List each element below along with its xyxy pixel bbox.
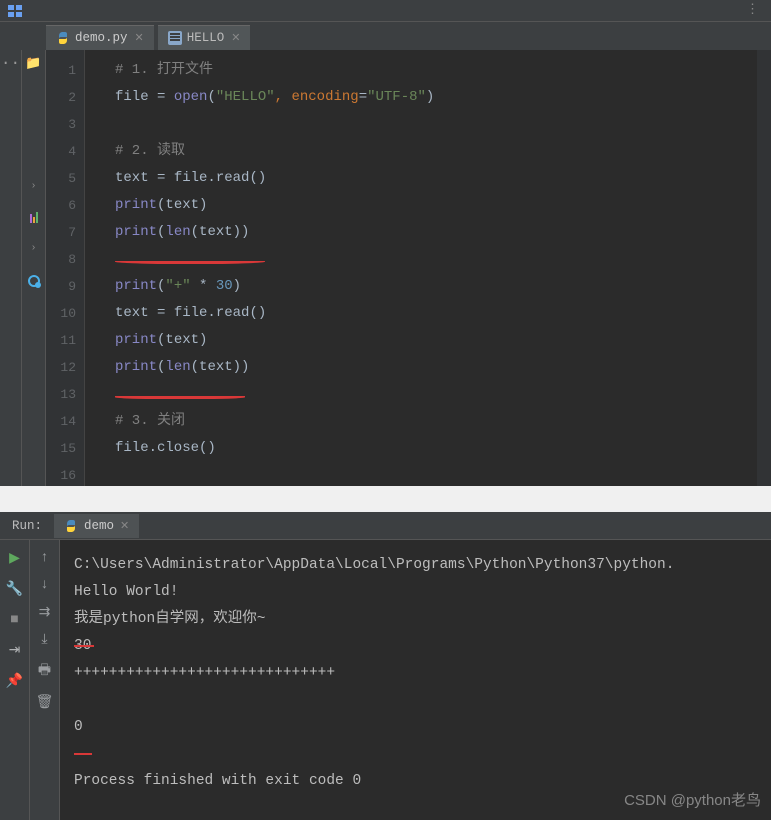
pin-icon[interactable]: 📌 bbox=[6, 673, 23, 690]
bookmark-icon[interactable]: › bbox=[30, 243, 36, 254]
run-tab-demo[interactable]: demo ✕ bbox=[54, 514, 139, 538]
console-line bbox=[74, 687, 757, 714]
watermark: CSDN @python老鸟 bbox=[624, 787, 761, 814]
rerun-icon[interactable]: ▶ bbox=[9, 550, 20, 567]
editor-tabs: demo.py ✕ HELLO ✕ bbox=[0, 22, 771, 50]
console-line: 0 bbox=[74, 714, 757, 741]
folder-icon[interactable]: 📁 bbox=[25, 56, 41, 71]
breadcrumb-dots[interactable]: .. bbox=[1, 56, 20, 64]
annotation-underline bbox=[74, 753, 92, 755]
annotation-underline bbox=[74, 645, 94, 647]
close-icon[interactable]: ✕ bbox=[231, 31, 240, 45]
soft-wrap-icon[interactable]: ⇉ bbox=[39, 604, 51, 621]
close-icon[interactable]: ✕ bbox=[135, 31, 144, 45]
up-icon[interactable]: ↑ bbox=[40, 550, 48, 566]
project-rail: 📁 › › bbox=[22, 50, 46, 486]
wrench-icon[interactable]: 🔧 bbox=[6, 581, 23, 598]
run-label: Run: bbox=[0, 519, 54, 533]
run-panel-body: ▶ 🔧 ■ ⇥ 📌 ↑ ↓ ⇉ ⤓ 🖶 🗑 C:\Users\Administr… bbox=[0, 540, 771, 820]
console-line: ++++++++++++++++++++++++++++++ bbox=[74, 660, 757, 687]
annotation-underline bbox=[115, 258, 265, 264]
left-rail: .. bbox=[0, 50, 22, 486]
expand-icon[interactable]: › bbox=[30, 181, 36, 192]
tab-demo-py[interactable]: demo.py ✕ bbox=[46, 25, 154, 50]
down-icon[interactable]: ↓ bbox=[40, 577, 48, 593]
run-tab-label: demo bbox=[84, 519, 114, 533]
scroll-end-icon[interactable]: ⤓ bbox=[41, 632, 47, 648]
annotation-underline bbox=[115, 393, 245, 399]
stop-icon[interactable]: ■ bbox=[10, 612, 18, 628]
tab-label: HELLO bbox=[187, 31, 225, 45]
console-line: 30 bbox=[74, 633, 757, 660]
console-line bbox=[74, 741, 757, 768]
window-icon bbox=[8, 5, 22, 17]
top-toolbar: ⋮ bbox=[0, 0, 771, 22]
run-toolbar-left: ▶ 🔧 ■ ⇥ 📌 bbox=[0, 540, 30, 820]
console-line: Hello World! bbox=[74, 579, 757, 606]
python-icon bbox=[64, 519, 78, 533]
tab-label: demo.py bbox=[75, 31, 128, 45]
panel-divider[interactable] bbox=[0, 486, 771, 512]
layout-icon[interactable]: ⇥ bbox=[9, 642, 21, 659]
overflow-icon[interactable]: ⋮ bbox=[746, 2, 759, 17]
text-file-icon bbox=[168, 31, 182, 45]
print-icon[interactable]: 🖶 bbox=[38, 659, 51, 683]
code-editor[interactable]: # 1. 打开文件 file = open("HELLO", encoding=… bbox=[84, 50, 757, 486]
structure-icon[interactable] bbox=[30, 212, 38, 223]
tab-hello[interactable]: HELLO ✕ bbox=[158, 25, 251, 50]
console-line: 我是python自学网，欢迎你~ bbox=[74, 606, 757, 633]
run-panel-header: Run: demo ✕ bbox=[0, 512, 771, 540]
console-output[interactable]: C:\Users\Administrator\AppData\Local\Pro… bbox=[60, 540, 771, 820]
line-gutter: 123 456 789 101112 131415 16 bbox=[46, 50, 84, 486]
trash-icon[interactable]: 🗑 bbox=[36, 694, 54, 711]
services-icon[interactable] bbox=[27, 274, 41, 288]
editor-area: .. 📁 › › 123 456 789 101112 131415 16 # … bbox=[0, 50, 771, 486]
python-icon bbox=[56, 31, 70, 45]
run-toolbar-console: ↑ ↓ ⇉ ⤓ 🖶 🗑 bbox=[30, 540, 60, 820]
console-line: C:\Users\Administrator\AppData\Local\Pro… bbox=[74, 552, 757, 579]
marker-strip bbox=[757, 50, 771, 486]
close-icon[interactable]: ✕ bbox=[120, 519, 129, 533]
